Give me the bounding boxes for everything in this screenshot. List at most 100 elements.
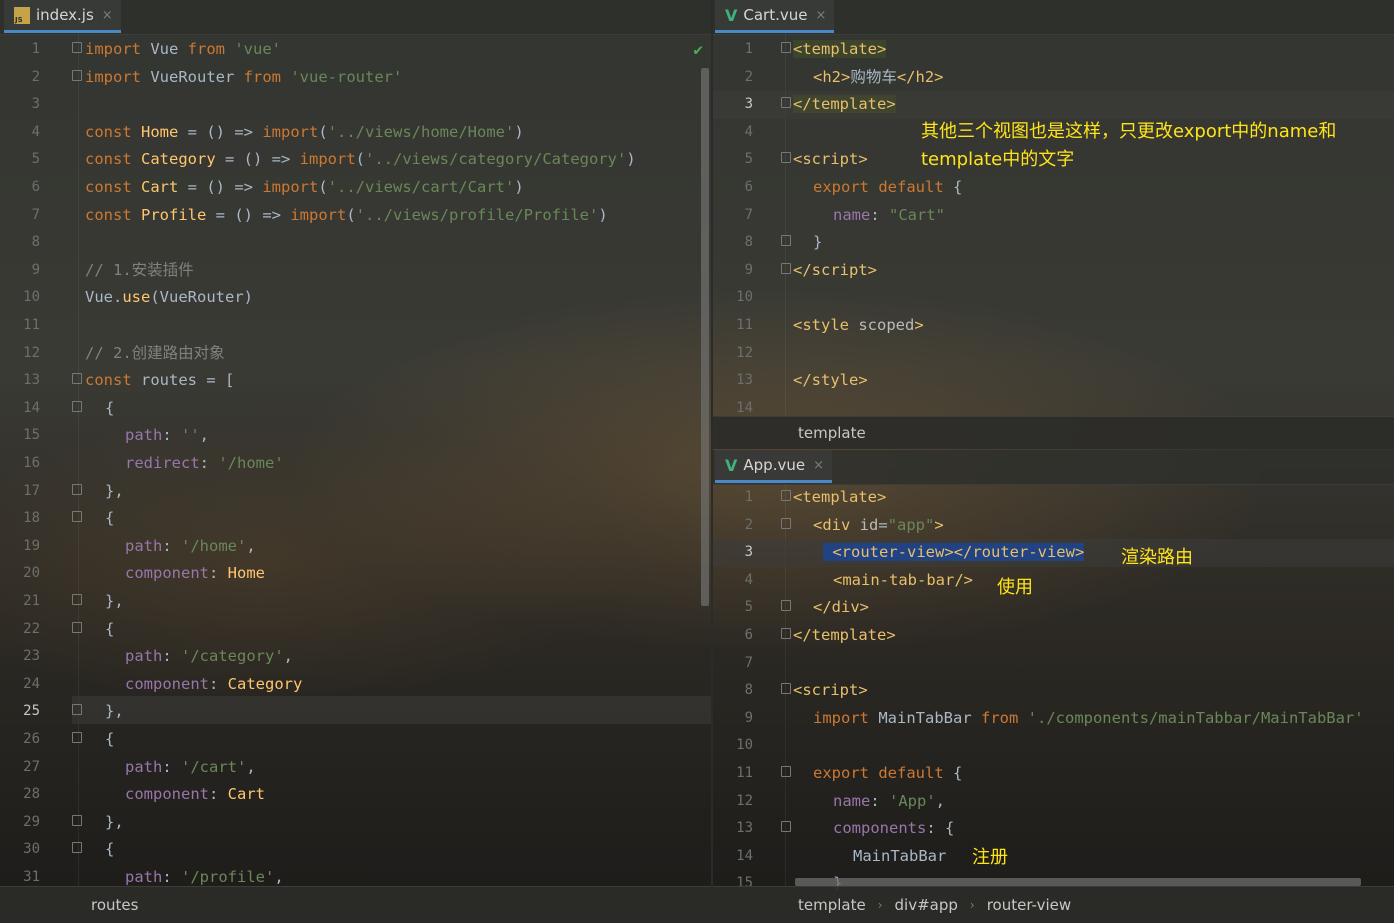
code-line[interactable]: 15 path: '', [0,422,711,450]
tab-index-js[interactable]: JS index.js × [4,0,121,33]
code-line[interactable]: 9 // 1.安装插件 [0,257,711,285]
breadcrumb-bar: template › div#app › router-view [713,886,1394,923]
code-line[interactable]: 19 path: '/home', [0,533,711,561]
line-number: 25 [23,703,40,720]
code-text: path: '/cart', [125,757,256,776]
editor-tab-bar: V App.vue × [713,450,1394,485]
fold-marker-icon[interactable] [72,732,82,743]
code-line[interactable]: 16 redirect: '/home' [0,450,711,478]
code-line[interactable]: 25}, [0,698,711,726]
code-line[interactable]: 17}, [0,478,711,506]
breadcrumb-separator-icon: › [877,898,883,912]
index-js-editor[interactable]: JS index.js × ✔ 1 import Vue from 'vue' 2 i… [0,0,711,923]
code-line[interactable]: 7 const Profile = () => import('../views/… [0,202,711,230]
code-text: const routes = [ [85,371,235,390]
horizontal-scrollbar[interactable] [795,878,1361,886]
breadcrumb-router-view[interactable]: router-view [987,896,1071,914]
code-text: const Cart = () => import('../views/cart… [85,178,524,196]
close-tab-icon[interactable]: × [102,8,113,23]
code-text: import Vue from 'vue' [85,40,282,58]
line-number: 20 [23,565,40,582]
code-text: // 1.安装插件 [85,260,194,279]
code-line[interactable]: 18 { [0,505,711,533]
fold-marker-icon[interactable] [72,69,82,81]
line-number: 13 [23,372,40,389]
code-text: const Category = () => import('../views/… [85,150,636,169]
code-text: path: '', [125,426,210,445]
code-line[interactable]: 5 const Category = () => import('../views… [0,146,711,174]
fold-marker-icon[interactable] [72,483,82,495]
line-number: 4 [31,123,40,140]
annotation-register: 注册 [972,847,1008,868]
code-line[interactable]: 29}, [0,809,711,837]
line-number: 7 [31,206,40,223]
close-tab-icon[interactable]: × [816,8,827,23]
code-line[interactable]: 30 { [0,836,711,864]
tab-cart-vue[interactable]: V Cart.vue × [715,0,835,33]
code-line[interactable]: 26 { [0,726,711,754]
code-text: }, [105,702,124,721]
vertical-scrollbar[interactable] [701,68,709,606]
fold-marker-icon[interactable] [72,594,82,605]
breadcrumb-bar: template [713,416,1394,449]
annotation-views-note: 其他三个视图也是这样，只更改export中的name和 template中的文字 [921,121,1337,170]
code-line[interactable]: 24 component: Category [0,671,711,699]
fold-marker-icon[interactable] [72,621,82,633]
code-line[interactable]: 28 component: Cart [0,781,711,809]
app-vue-editor[interactable]: V App.vue × 1 <template> 2 <div id="app"> … [713,450,1394,923]
breadcrumb-separator-icon: › [969,898,975,912]
line-number: 1 [31,41,40,57]
code-line[interactable]: 8 [0,229,711,257]
code-line[interactable]: 10 Vue.use(VueRouter) [0,284,711,312]
line-number: 26 [23,731,40,747]
code-line[interactable]: 6 const Cart = () => import('../views/car… [0,174,711,202]
line-number: 24 [23,675,40,692]
line-number: 9 [31,261,40,278]
code-line[interactable]: 1 import Vue from 'vue' [0,36,711,64]
tab-label: Cart.vue [743,6,808,24]
code-line[interactable]: 13 const routes = [ [0,367,711,395]
line-number: 14 [23,399,40,416]
tab-app-vue[interactable]: V App.vue × [715,450,832,483]
breadcrumb-template[interactable]: template [798,896,866,914]
annotation-render-route: 渲染路由 [1121,547,1193,568]
close-tab-icon[interactable]: × [813,458,824,473]
code-text: component: Category [125,674,303,693]
fold-marker-icon[interactable] [72,400,82,412]
line-number: 29 [23,813,40,830]
fold-marker-icon[interactable] [72,842,82,854]
cart-vue-editor[interactable]: V Cart.vue × 1 <template> 2 <h2>购物车</h2> 3… [713,0,1394,449]
code-line[interactable]: 20 component: Home [0,560,711,588]
vue-file-icon: V [725,5,738,25]
code-line[interactable]: 14 { [0,395,711,423]
line-number: 15 [23,427,40,444]
code-line[interactable]: 3 [0,91,711,119]
code-text: }, [105,812,124,831]
code-line[interactable]: 27 path: '/cart', [0,754,711,782]
breadcrumb-template[interactable]: template [798,424,866,442]
code-line[interactable]: 2 import VueRouter from 'vue-router' [0,64,711,92]
fold-marker-icon[interactable] [72,704,82,716]
code-line[interactable]: 11 [0,312,711,340]
editor-tab-bar: V Cart.vue × [713,0,1394,35]
code-line[interactable]: 12 // 2.创建路由对象 [0,340,711,368]
tab-label: index.js [36,6,94,24]
line-number: 18 [23,510,40,527]
code-line[interactable]: 22 { [0,616,711,644]
line-number: 8 [31,234,40,251]
fold-marker-icon[interactable] [72,814,82,826]
code-line[interactable]: 21}, [0,588,711,616]
vue-file-icon: V [725,455,738,475]
line-number: 11 [23,317,40,333]
line-number: 5 [31,151,40,168]
code-line[interactable]: 23 path: '/category', [0,643,711,671]
fold-marker-icon[interactable] [72,373,82,385]
line-number: 23 [23,648,40,665]
code-line[interactable]: 4 const Home = () => import('../views/hom… [0,119,711,147]
fold-marker-icon[interactable] [72,42,82,53]
fold-marker-icon[interactable] [72,511,82,523]
editor-tab-bar: JS index.js × [0,0,711,35]
breadcrumb-div-app[interactable]: div#app [895,896,958,914]
breadcrumb-routes[interactable]: routes [91,896,138,914]
line-number: 6 [31,179,40,195]
